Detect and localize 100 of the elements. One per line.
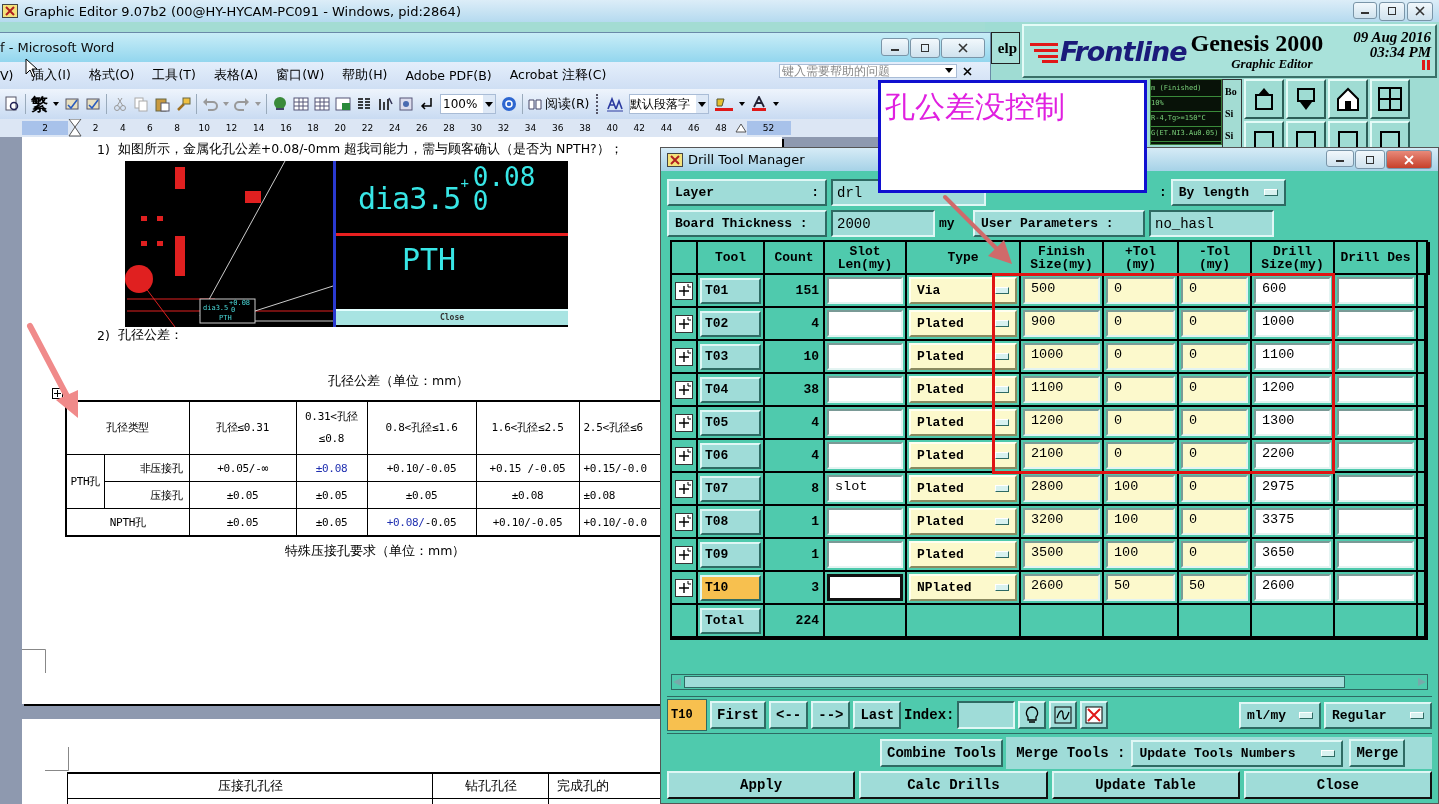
tool-button[interactable]: T07 xyxy=(700,475,761,502)
zoom-field[interactable]: 100% xyxy=(440,94,496,114)
plus-tolerance-field[interactable]: 100 xyxy=(1106,508,1175,535)
minus-tolerance-field[interactable]: 0 xyxy=(1181,442,1248,469)
units-dropdown[interactable]: ml/my xyxy=(1239,701,1321,729)
plus-tolerance-field[interactable]: 0 xyxy=(1106,442,1175,469)
drill-designation-field[interactable] xyxy=(1337,343,1414,370)
drill-designation-field[interactable] xyxy=(1337,442,1414,469)
maximize-button[interactable] xyxy=(1355,150,1385,169)
pilcrow-icon[interactable] xyxy=(419,96,435,112)
menu-item[interactable]: 窗口(W) xyxy=(268,67,335,84)
tool-button[interactable] xyxy=(1370,79,1410,119)
close-button[interactable] xyxy=(1407,1,1433,21)
close-icon[interactable] xyxy=(963,67,972,76)
navigation-button[interactable]: Last xyxy=(853,701,902,729)
slot-length-field[interactable] xyxy=(827,310,903,337)
type-dropdown[interactable]: Plated xyxy=(909,409,1017,436)
tool-button[interactable]: T03 xyxy=(700,343,761,370)
finish-size-field[interactable]: 900 xyxy=(1023,310,1100,337)
minus-tolerance-field[interactable]: 0 xyxy=(1181,409,1248,436)
type-dropdown[interactable]: Plated xyxy=(909,376,1017,403)
expand-icon[interactable] xyxy=(675,578,693,597)
tool-button[interactable]: T01 xyxy=(700,277,761,304)
minus-tolerance-field[interactable]: 0 xyxy=(1181,376,1248,403)
help-button[interactable]: elp xyxy=(991,32,1020,64)
menu-item[interactable]: 工具(T) xyxy=(144,67,206,84)
menu-item[interactable]: 帮助(H) xyxy=(334,67,398,84)
minimize-button[interactable] xyxy=(1353,1,1377,19)
read-button[interactable]: 阅读(R) xyxy=(528,95,590,113)
action-button[interactable]: Apply xyxy=(667,771,856,799)
slot-length-field[interactable] xyxy=(827,376,903,403)
finish-size-field[interactable]: 1000 xyxy=(1023,343,1100,370)
drill-size-field[interactable]: 3650 xyxy=(1254,541,1331,568)
plus-tolerance-field[interactable]: 0 xyxy=(1106,376,1175,403)
drill-designation-field[interactable] xyxy=(1337,541,1414,568)
drill-size-field[interactable]: 2200 xyxy=(1254,442,1331,469)
menu-item[interactable]: Adobe PDF(B) xyxy=(397,68,502,83)
minus-tolerance-field[interactable]: 0 xyxy=(1181,508,1248,535)
caret-icon[interactable] xyxy=(773,102,780,106)
maximize-button[interactable] xyxy=(1379,1,1405,21)
plus-tolerance-field[interactable]: 0 xyxy=(1106,310,1175,337)
paste-icon[interactable] xyxy=(154,96,170,112)
plus-tolerance-field[interactable]: 50 xyxy=(1106,574,1175,601)
delete-button[interactable] xyxy=(1080,701,1109,729)
slot-length-field[interactable] xyxy=(827,574,903,601)
slot-length-field[interactable] xyxy=(827,409,903,436)
expand-icon[interactable] xyxy=(675,347,693,366)
close-button[interactable]: Close xyxy=(336,309,568,325)
plus-tolerance-field[interactable]: 0 xyxy=(1106,409,1175,436)
menu-item[interactable]: Acrobat 注释(C) xyxy=(501,67,617,84)
navigation-button[interactable]: <-- xyxy=(769,701,809,729)
expand-icon[interactable] xyxy=(675,479,693,498)
drill-designation-field[interactable] xyxy=(1337,376,1414,403)
slot-length-field[interactable] xyxy=(827,343,903,370)
finish-size-field[interactable]: 2800 xyxy=(1023,475,1100,502)
tables-icon[interactable] xyxy=(293,96,309,112)
minus-tolerance-field[interactable]: 0 xyxy=(1181,310,1248,337)
total-button[interactable]: Total xyxy=(700,607,761,634)
drill-designation-field[interactable] xyxy=(1337,508,1414,535)
drill-size-field[interactable]: 1200 xyxy=(1254,376,1331,403)
tool-button[interactable]: T06 xyxy=(700,442,761,469)
font-color-icon[interactable] xyxy=(750,96,769,112)
finish-size-field[interactable]: 3500 xyxy=(1023,541,1100,568)
navigation-button[interactable]: First xyxy=(710,701,766,729)
tool-button[interactable]: T02 xyxy=(700,310,761,337)
type-dropdown[interactable]: Via xyxy=(909,277,1017,304)
drill-size-field[interactable]: 1100 xyxy=(1254,343,1331,370)
painter-icon[interactable] xyxy=(175,96,191,112)
tool-button[interactable]: T10 xyxy=(700,574,761,601)
expand-icon[interactable] xyxy=(675,380,693,399)
slot-length-field[interactable] xyxy=(827,541,903,568)
menu-item[interactable]: 表格(A) xyxy=(205,67,269,84)
slot-length-field[interactable] xyxy=(827,277,903,304)
traditional-chinese-button[interactable]: 繁 xyxy=(31,92,48,116)
slot-length-field[interactable]: slot xyxy=(827,475,903,502)
tool-button[interactable]: T04 xyxy=(700,376,761,403)
finish-size-field[interactable]: 1200 xyxy=(1023,409,1100,436)
type-dropdown[interactable]: Plated xyxy=(909,310,1017,337)
menu-item[interactable]: 格式(O) xyxy=(80,67,145,84)
thickness-field[interactable]: 2000 xyxy=(831,210,935,237)
plus-tolerance-field[interactable]: 0 xyxy=(1106,277,1175,304)
tool-button[interactable] xyxy=(1286,79,1326,119)
drill-size-field[interactable]: 3375 xyxy=(1254,508,1331,535)
print-preview-icon[interactable] xyxy=(4,96,20,112)
wave-button[interactable] xyxy=(1049,701,1078,729)
minus-tolerance-field[interactable]: 0 xyxy=(1181,343,1248,370)
maximize-button[interactable] xyxy=(910,37,940,58)
merge-mode-dropdown[interactable]: Update Tools Numbers xyxy=(1131,739,1344,767)
tool-button[interactable] xyxy=(1244,79,1284,119)
type-dropdown[interactable]: Plated xyxy=(909,508,1017,535)
minimize-button[interactable] xyxy=(1326,150,1354,167)
expand-icon[interactable] xyxy=(675,512,693,531)
finish-size-field[interactable]: 3200 xyxy=(1023,508,1100,535)
expand-icon[interactable] xyxy=(675,446,693,465)
highlighter-icon[interactable] xyxy=(714,96,735,112)
drill-designation-field[interactable] xyxy=(1337,574,1414,601)
spelling-check-icon[interactable] xyxy=(64,96,80,112)
merge-button[interactable]: Merge xyxy=(1349,739,1406,767)
drill-size-field[interactable]: 1300 xyxy=(1254,409,1331,436)
slot-length-field[interactable] xyxy=(827,508,903,535)
